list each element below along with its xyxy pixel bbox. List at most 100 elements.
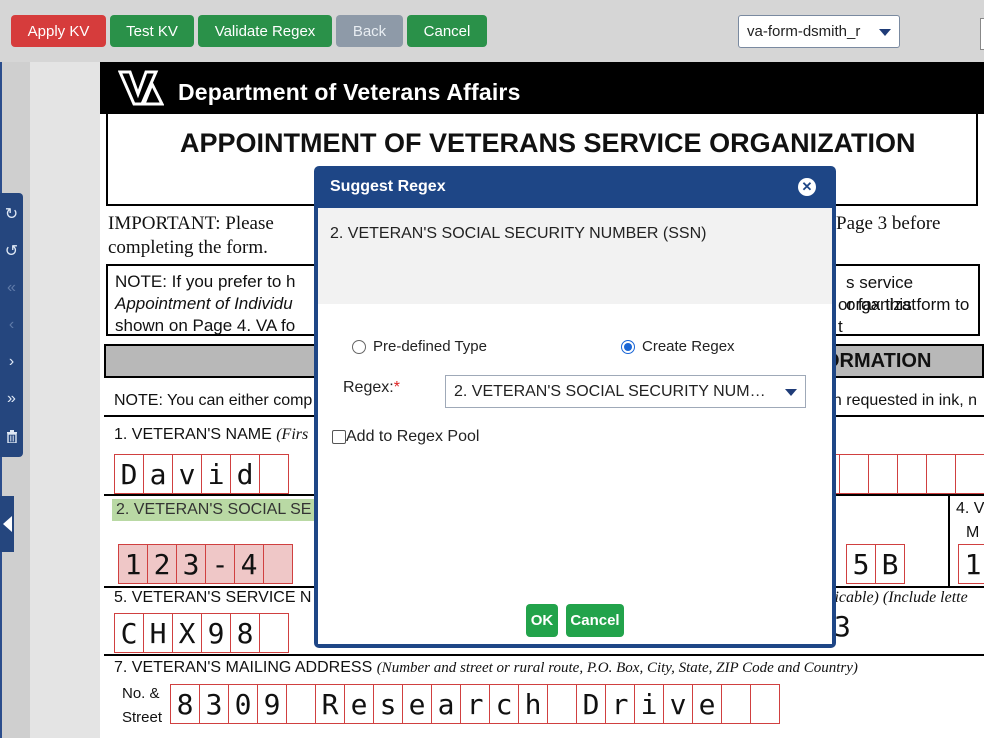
- form-header: Department of Veterans Affairs: [100, 62, 984, 114]
- checkbox-icon[interactable]: [332, 430, 346, 444]
- veteran-name-boxes-right: h: [810, 454, 984, 494]
- top-toolbar: Apply KV Test KV Validate Regex Back Can…: [0, 0, 984, 62]
- char-cell: 9: [201, 613, 231, 653]
- field-4-sub-label: M: [966, 524, 980, 541]
- street-label-2: Street: [122, 709, 163, 726]
- note-right-2: or fax this form to t: [838, 295, 970, 336]
- char-cell: d: [230, 454, 260, 494]
- char-cell: e: [344, 684, 374, 724]
- regex-select-value: 2. VETERAN'S SOCIAL SECURITY NUMBER (SSN…: [454, 382, 772, 400]
- char-cell: v: [663, 684, 693, 724]
- char-cell: a: [431, 684, 461, 724]
- delete-icon[interactable]: [0, 424, 23, 448]
- agency-name: Department of Veterans Affairs: [178, 79, 521, 105]
- char-cell: 5: [846, 544, 876, 584]
- char-cell: [868, 454, 898, 494]
- next-page-icon[interactable]: ›: [0, 350, 23, 374]
- service-number-boxes: C H X 9 8: [114, 613, 289, 653]
- char-cell: X: [172, 613, 202, 653]
- char-cell: [721, 684, 751, 724]
- char-cell: r: [460, 684, 490, 724]
- regex-label: Regex:*: [343, 379, 400, 396]
- dialog-cancel-button[interactable]: Cancel: [566, 604, 624, 637]
- collapse-panel-button[interactable]: [0, 496, 14, 552]
- chevron-left-icon: [2, 516, 12, 532]
- undo-icon[interactable]: ↺: [0, 239, 23, 263]
- field-4-label: 4. V: [956, 500, 984, 517]
- note-2-left: NOTE: You can either comp: [114, 392, 313, 409]
- back-button[interactable]: Back: [336, 15, 403, 47]
- char-cell: B: [875, 544, 905, 584]
- side-toolbar: ↻ ↺ « ‹ › »: [0, 193, 23, 457]
- char-cell: e: [402, 684, 432, 724]
- document-selector-value: va-form-dsmith_r: [747, 23, 861, 40]
- divider: [948, 494, 950, 586]
- char-cell: 3: [176, 544, 206, 584]
- char-cell: -: [205, 544, 235, 584]
- regex-select[interactable]: 2. VETERAN'S SOCIAL SECURITY NUMBER (SSN…: [445, 375, 806, 408]
- document-selector[interactable]: va-form-dsmith_r: [738, 15, 900, 48]
- ssn-boxes: 1 2 3 - 4: [118, 544, 293, 584]
- char-cell: 9: [257, 684, 287, 724]
- chevron-down-icon: [879, 29, 891, 36]
- veteran-name-boxes: D a v i d: [114, 454, 289, 494]
- radio-create-regex[interactable]: Create Regex: [621, 338, 735, 355]
- service-number-fragment: 3: [834, 610, 851, 643]
- ssn-label-highlighted[interactable]: 2. VETERAN'S SOCIAL SE: [112, 499, 328, 521]
- char-cell: [259, 613, 289, 653]
- service-number-label: 5. VETERAN'S SERVICE N: [114, 589, 312, 606]
- va-logo-icon: [118, 70, 164, 106]
- radio-button-selected-icon[interactable]: [621, 339, 635, 354]
- dialog-header: Suggest Regex ✕: [314, 166, 836, 208]
- char-cell: r: [605, 684, 635, 724]
- street-label-1: No. &: [122, 685, 160, 702]
- validate-regex-button[interactable]: Validate Regex: [198, 15, 332, 47]
- char-cell: H: [143, 613, 173, 653]
- chevron-down-icon: [785, 389, 797, 396]
- char-cell: 0: [228, 684, 258, 724]
- char-cell: a: [143, 454, 173, 494]
- char-cell: D: [114, 454, 144, 494]
- add-to-pool-label: Add to Regex Pool: [346, 428, 480, 445]
- ssn-boxes-right: 5 B: [846, 544, 905, 584]
- char-cell: [286, 684, 316, 724]
- add-to-regex-pool[interactable]: Add to Regex Pool: [332, 428, 479, 446]
- char-cell: [955, 454, 984, 494]
- ok-button[interactable]: OK: [526, 604, 558, 637]
- char-cell: 4: [234, 544, 264, 584]
- toolbar-edge-control[interactable]: [980, 18, 984, 50]
- street-boxes: 8309ResearchDrive: [170, 684, 780, 724]
- char-cell: s: [373, 684, 403, 724]
- char-cell: [750, 684, 780, 724]
- char-cell: 2: [147, 544, 177, 584]
- apply-kv-button[interactable]: Apply KV: [11, 15, 106, 47]
- field-name: 2. VETERAN'S SOCIAL SECURITY NUMBER (SSN…: [330, 225, 707, 242]
- radio-create-label: Create Regex: [642, 338, 735, 355]
- test-kv-button[interactable]: Test KV: [110, 15, 194, 47]
- char-cell: [263, 544, 293, 584]
- important-right: Page 3 before: [836, 213, 941, 234]
- char-cell: [547, 684, 577, 724]
- redo-icon[interactable]: ↻: [0, 202, 23, 226]
- prev-page-icon[interactable]: ‹: [0, 313, 23, 337]
- char-cell: i: [201, 454, 231, 494]
- radio-predefined-type[interactable]: Pre-defined Type: [352, 338, 487, 355]
- char-cell: c: [489, 684, 519, 724]
- required-mark: *: [393, 379, 400, 396]
- veteran-name-label: 1. VETERAN'S NAME (Firs: [114, 426, 309, 443]
- first-page-icon[interactable]: «: [0, 276, 23, 300]
- cancel-button[interactable]: Cancel: [407, 15, 487, 47]
- dialog-title: Suggest Regex: [330, 178, 446, 195]
- close-icon[interactable]: ✕: [798, 178, 816, 196]
- char-cell: v: [172, 454, 202, 494]
- radio-button-icon[interactable]: [352, 339, 366, 354]
- char-cell: [897, 454, 927, 494]
- last-page-icon[interactable]: »: [0, 387, 23, 411]
- char-cell: [926, 454, 956, 494]
- field-4-boxes: 1: [958, 544, 984, 584]
- radio-predefined-label: Pre-defined Type: [373, 338, 487, 355]
- suggest-regex-dialog: Suggest Regex ✕ 2. VETERAN'S SOCIAL SECU…: [314, 166, 836, 648]
- dialog-body: 2. VETERAN'S SOCIAL SECURITY NUMBER (SSN…: [318, 208, 832, 644]
- char-cell: e: [692, 684, 722, 724]
- char-cell: i: [634, 684, 664, 724]
